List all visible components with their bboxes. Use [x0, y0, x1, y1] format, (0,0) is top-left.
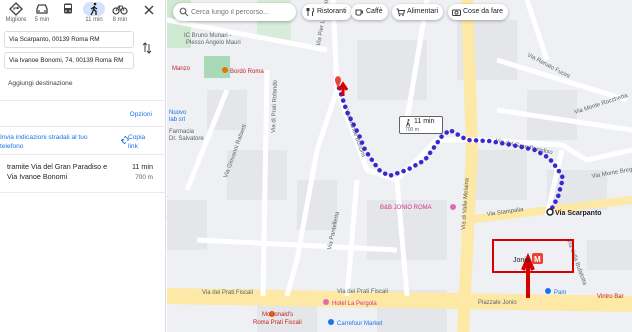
map-canvas: Via dei Prati Fiscali Via dei Prati Fisc…	[167, 0, 632, 332]
poi-label: Carrefour Market	[337, 321, 383, 327]
travel-mode-bar: Migliore 5 min 11 min 8 min	[4, 2, 160, 28]
car-icon	[36, 4, 48, 14]
mode-bike[interactable]: 8 min	[108, 2, 132, 28]
route-duration: 11 min	[131, 162, 153, 171]
shopping-pin-icon	[545, 288, 551, 294]
search-icon	[179, 7, 189, 17]
poi-label: Pam	[554, 290, 566, 296]
poi-label: Plesso Angelo Mauri	[186, 40, 241, 46]
poi-label: McDonald's	[262, 312, 293, 318]
shopping-pin-icon	[328, 319, 334, 325]
mode-walk[interactable]: 11 min	[82, 2, 106, 28]
divider	[0, 154, 166, 155]
chip-things-to-do[interactable]: Cose da fare	[448, 4, 509, 20]
origin-marker-icon[interactable]	[546, 208, 554, 216]
park-area	[204, 56, 230, 78]
restaurant-pin-icon	[222, 67, 228, 73]
poi-label: Roma Prati Fiscali	[253, 320, 302, 326]
hotel-pin-icon	[323, 299, 329, 305]
hotel-pin-icon	[450, 204, 456, 210]
poi-label: Vintro Bar	[597, 294, 624, 300]
street-label: Via Monte Rocchetta	[574, 93, 629, 116]
mode-transit[interactable]	[56, 2, 80, 28]
divider	[0, 192, 166, 193]
options-link[interactable]: Opzioni	[130, 111, 152, 118]
send-to-phone-link[interactable]: Invia indicazioni stradali al tuo telefo…	[0, 133, 118, 151]
bicycle-icon	[112, 5, 128, 15]
destination-field[interactable]: Via Ivanoe Bonomi, 74, 00139 Roma RM	[4, 52, 134, 69]
poi-label: B&B JONIO ROMA	[380, 205, 432, 211]
copy-link-button[interactable]: Copia link	[128, 133, 145, 151]
street-label: Piazzale Jonio	[478, 300, 517, 306]
street-label: Via dei Prati Fiscali	[337, 289, 388, 295]
bus-icon	[64, 3, 72, 14]
street-label: Via della Bufalotta	[565, 239, 587, 287]
poi-label: Bordò Roma	[230, 69, 264, 75]
add-destination-link[interactable]: Aggiungi destinazione	[8, 80, 73, 87]
poi-label: IC Bruno Munari -	[184, 33, 231, 39]
poi-label: Farmacia	[169, 129, 195, 135]
street-label: Via di Prati Rolando	[271, 79, 279, 133]
map-view[interactable]: Via dei Prati Fiscali Via dei Prati Fisc…	[167, 0, 632, 332]
close-icon[interactable]	[143, 4, 155, 16]
route-time-callout[interactable]: 11 min 700 m	[399, 116, 443, 134]
fork-knife-icon	[306, 7, 315, 16]
route-search-input[interactable]	[191, 5, 291, 19]
poi-label: Manzo	[172, 66, 191, 72]
chip-coffee[interactable]: Caffè	[351, 4, 388, 20]
route-distance: 700 m	[135, 174, 153, 181]
origin-label: Via Scarpanto	[555, 210, 602, 217]
poi-label: Nuovo	[169, 110, 187, 116]
chip-groceries[interactable]: Alimentari	[392, 4, 444, 20]
walking-icon	[90, 2, 98, 16]
mode-car[interactable]: 5 min	[30, 2, 54, 28]
street-label: Via Monte Bregagno	[591, 164, 632, 180]
chip-restaurants[interactable]: Ristoranti	[302, 4, 352, 20]
walking-icon	[406, 119, 410, 127]
poi-label: Hotel La Pergola	[332, 301, 377, 307]
route-description[interactable]: tramite Via del Gran Paradiso e Via Ivan…	[7, 162, 121, 182]
poi-label: Dr. Salvatore	[169, 136, 204, 142]
origin-field[interactable]: Via Scarpanto, 00139 Roma RM	[4, 31, 134, 48]
camera-icon	[452, 9, 461, 16]
street-label: Via dei Prati Fiscali	[202, 290, 253, 296]
directions-panel: Migliore 5 min 11 min 8 min Via Scarpant…	[0, 0, 166, 332]
swap-directions-icon[interactable]	[142, 42, 152, 54]
cart-icon	[396, 8, 405, 17]
route-search-bar[interactable]	[173, 3, 296, 21]
metro-station-label: Jonio	[513, 257, 530, 264]
metro-letter: M	[534, 255, 541, 264]
poi-label: lab srl	[169, 117, 185, 123]
mode-best[interactable]: Migliore	[4, 2, 28, 28]
divider	[0, 126, 166, 127]
divider	[0, 100, 166, 101]
diamond-route-icon	[9, 2, 23, 16]
annotation-arrow-icon	[521, 252, 535, 298]
coffee-cup-icon	[355, 9, 363, 16]
street-label: Via Ivanoe Bonomi	[343, 109, 366, 158]
